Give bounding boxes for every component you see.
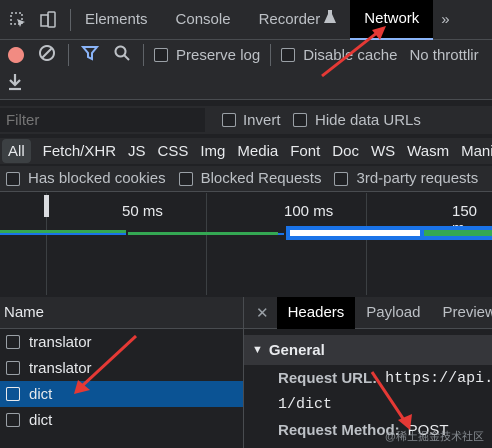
tab-preview[interactable]: Preview [432, 297, 492, 329]
timeline-bar [278, 233, 284, 235]
request-name: dict [29, 411, 53, 429]
tab-elements[interactable]: Elements [71, 0, 162, 40]
request-url-continuation: 1/dict [244, 391, 492, 417]
tab-console[interactable]: Console [162, 0, 245, 40]
type-filter-fetch-xhr[interactable]: Fetch/XHR [37, 139, 122, 163]
timeline-handle-left[interactable] [44, 195, 49, 217]
timeline-tick: 100 ms [284, 203, 334, 220]
third-party-label: 3rd-party requests [356, 170, 479, 187]
name-column-header[interactable]: Name [0, 297, 243, 329]
request-checkbox[interactable] [6, 387, 20, 401]
separator [68, 44, 69, 66]
timeline-gridline [366, 193, 367, 295]
request-row-selected[interactable]: dict [0, 381, 243, 407]
disable-cache-checkbox[interactable] [281, 48, 296, 62]
disable-cache-label: Disable cache [303, 46, 398, 64]
type-filter-wasm[interactable]: Wasm [401, 139, 455, 163]
blocked-requests-label: Blocked Requests [200, 170, 322, 187]
type-filter-manifest[interactable]: Manife [455, 139, 492, 163]
tab-headers[interactable]: Headers [276, 296, 356, 329]
timeline-gridline [206, 193, 207, 295]
close-icon[interactable]: ✕ [256, 304, 269, 322]
flask-icon [324, 10, 337, 29]
type-filter-media[interactable]: Media [231, 139, 284, 163]
general-section-title: General [268, 341, 325, 359]
filter-icon[interactable] [80, 44, 100, 67]
type-filter-all[interactable]: All [2, 139, 31, 163]
type-filter-img[interactable]: Img [194, 139, 231, 163]
type-filter-font[interactable]: Font [284, 139, 326, 163]
request-detail-pane: ✕ Headers Payload Preview ▼ General Requ… [243, 296, 492, 448]
watermark: @稀土掘金技术社区 [384, 431, 484, 443]
preserve-log-label: Preserve log [176, 46, 261, 64]
request-checkbox[interactable] [6, 413, 20, 427]
device-toolbar-icon[interactable] [36, 8, 60, 32]
request-row[interactable]: dict [0, 407, 243, 433]
record-icon[interactable] [8, 47, 24, 63]
resource-type-filter: All Fetch/XHR JS CSS Img Media Font Doc … [0, 138, 492, 164]
clear-icon[interactable] [38, 44, 56, 67]
request-list: Name translator translator dict dict [0, 297, 243, 448]
timeline-bar [128, 232, 278, 235]
network-toolbar-2 [0, 70, 492, 100]
blocked-requests-checkbox[interactable] [178, 171, 193, 186]
request-name: translator [29, 333, 92, 351]
request-row[interactable]: translator [0, 329, 243, 355]
throttling-select[interactable]: No throttlir [409, 47, 478, 64]
detail-tabs: ✕ Headers Payload Preview [244, 296, 492, 329]
invert-label: Invert [243, 111, 281, 129]
request-url-label: Request URL: [278, 369, 378, 387]
export-har-icon[interactable] [7, 73, 23, 96]
filter-input[interactable] [0, 108, 205, 132]
separator [143, 44, 144, 66]
request-checkbox[interactable] [6, 335, 20, 349]
search-icon[interactable] [113, 44, 131, 67]
inspect-element-icon[interactable] [6, 8, 30, 32]
has-blocked-cookies-checkbox[interactable] [6, 171, 20, 186]
expand-triangle-icon: ▼ [252, 344, 263, 356]
request-url-value: https://api.in [385, 369, 492, 387]
more-tabs-icon[interactable]: » [433, 0, 457, 40]
third-party-checkbox[interactable] [334, 171, 349, 186]
blocked-filter-bar: Has blocked cookies Blocked Requests 3rd… [0, 166, 492, 192]
timeline-bar [290, 230, 420, 236]
timeline-bar [0, 233, 126, 235]
type-filter-doc[interactable]: Doc [326, 139, 365, 163]
tab-network[interactable]: Network [350, 0, 434, 40]
request-url-value-cont: 1/dict [278, 395, 333, 413]
has-blocked-cookies-label: Has blocked cookies [28, 170, 166, 187]
request-url-row: Request URL: https://api.in [244, 365, 492, 391]
filter-bar: Invert Hide data URLs [0, 106, 492, 134]
request-name: dict [29, 385, 53, 403]
preserve-log-checkbox[interactable] [154, 48, 168, 62]
tab-recorder[interactable]: Recorder [245, 0, 325, 40]
hide-data-urls-checkbox[interactable] [293, 113, 307, 127]
general-section-header[interactable]: ▼ General [244, 335, 492, 365]
tab-payload[interactable]: Payload [355, 297, 431, 329]
type-filter-ws[interactable]: WS [365, 139, 401, 163]
devtools-tab-bar: Elements Console Recorder Network » [0, 0, 492, 40]
request-method-label: Request Method: [278, 421, 400, 439]
request-name: translator [29, 359, 92, 377]
request-checkbox[interactable] [6, 361, 20, 375]
type-filter-js[interactable]: JS [122, 139, 152, 163]
request-row[interactable]: translator [0, 355, 243, 381]
timeline-bar [424, 230, 492, 236]
hide-data-urls-label: Hide data URLs [315, 111, 421, 129]
type-filter-css[interactable]: CSS [152, 139, 195, 163]
timeline-tick: 50 ms [122, 203, 163, 220]
separator [270, 44, 272, 66]
invert-checkbox[interactable] [222, 113, 236, 127]
timeline-overview[interactable]: 50 ms 100 ms 150 m [0, 193, 492, 295]
network-toolbar: Preserve log Disable cache No throttlir [0, 40, 492, 70]
